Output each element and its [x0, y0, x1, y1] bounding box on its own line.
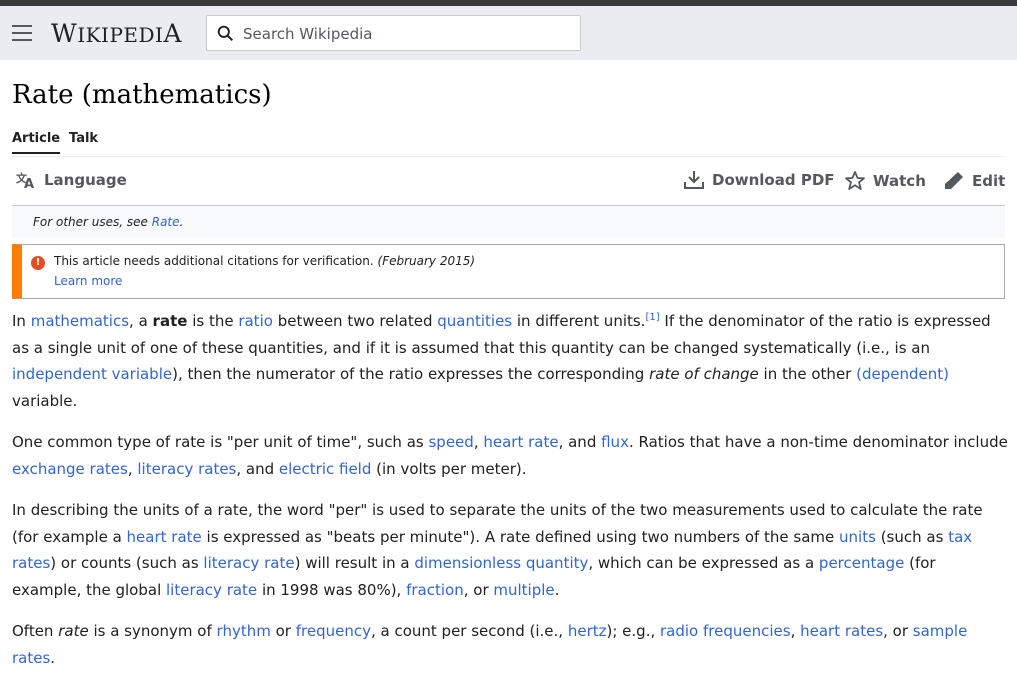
- body-text: ), then the numerator of the ratio expre…: [172, 365, 650, 383]
- body-text: is the: [187, 312, 239, 330]
- language-label: Language: [44, 171, 127, 189]
- article-link[interactable]: rhythm: [217, 622, 271, 640]
- body-text: between two related: [272, 312, 438, 330]
- menu-icon[interactable]: [12, 25, 32, 41]
- wikipedia-logo[interactable]: WIKIPEDIA: [51, 19, 182, 48]
- body-text: .: [50, 648, 56, 667]
- body-text: variable.: [12, 391, 78, 410]
- article-link[interactable]: literacy rate: [166, 581, 257, 599]
- article-link[interactable]: flux: [601, 433, 629, 451]
- search-icon: [217, 25, 234, 42]
- search-box[interactable]: [206, 15, 581, 52]
- watch-label: Watch: [873, 171, 926, 190]
- article-link[interactable]: ratio: [238, 312, 273, 330]
- italic-text: rate: [58, 622, 89, 640]
- body-text: (such as: [875, 527, 949, 546]
- body-text: ,: [790, 622, 801, 640]
- body-text: In: [12, 312, 31, 330]
- article-link[interactable]: fraction: [406, 581, 464, 599]
- article-link[interactable]: frequency: [296, 622, 371, 640]
- article-body: In mathematics, a rate is the ratio betw…: [12, 308, 1008, 686]
- article-link[interactable]: units: [839, 528, 876, 546]
- article-link[interactable]: hertz: [568, 622, 607, 640]
- article-paragraph: One common type of rate is "per unit of …: [12, 429, 1008, 482]
- download-icon: [684, 171, 704, 189]
- body-text: or: [270, 622, 296, 640]
- article-link[interactable]: literacy rates: [137, 460, 236, 478]
- language-button[interactable]: 文 A Language: [16, 171, 127, 189]
- article-link[interactable]: heart rates: [800, 622, 883, 640]
- body-text: One common type of rate is "per unit of …: [12, 433, 429, 451]
- hatnote: For other uses, see Rate.: [12, 206, 1005, 238]
- warning-message: This article needs additional citations …: [54, 254, 476, 268]
- article-link[interactable]: heart rate: [483, 433, 558, 451]
- body-text: in the other: [758, 365, 857, 383]
- body-text: ) or counts (such as: [50, 554, 204, 572]
- body-text: , or: [883, 622, 913, 640]
- watch-button[interactable]: Watch: [845, 171, 926, 190]
- body-text: , which can be expressed as a: [588, 554, 819, 572]
- body-text: in different units.: [512, 312, 646, 330]
- body-text: , or: [463, 580, 494, 599]
- namespace-tabs: Article Talk: [12, 128, 1005, 157]
- download-pdf-label: Download PDF: [712, 171, 835, 189]
- page-actions-bar: 文 A Language Download PDF Watch Edit: [12, 157, 1005, 206]
- article-link[interactable]: (dependent): [856, 365, 949, 383]
- body-text: is a synonym of: [88, 622, 217, 640]
- edit-label: Edit: [972, 171, 1006, 190]
- article-link[interactable]: percentage: [819, 554, 904, 572]
- tab-article[interactable]: Article: [12, 131, 61, 154]
- body-text: ,: [473, 433, 484, 451]
- body-text: . Ratios that have a non-time denominato…: [628, 433, 1008, 451]
- body-text: is expressed as "beats per minute"). A r…: [201, 527, 840, 546]
- edit-button[interactable]: Edit: [944, 171, 1005, 190]
- article-link[interactable]: radio frequencies: [660, 622, 791, 640]
- article-link[interactable]: exchange rates: [12, 460, 128, 478]
- article-link[interactable]: dimensionless quantity: [414, 554, 588, 572]
- body-text: in 1998 was 80%),: [257, 580, 407, 599]
- article-link[interactable]: heart rate: [127, 528, 202, 546]
- body-text: (in volts per meter).: [371, 459, 527, 478]
- article-link[interactable]: mathematics: [31, 312, 129, 330]
- tab-talk[interactable]: Talk: [69, 131, 98, 152]
- site-header: WIKIPEDIA: [0, 6, 1017, 60]
- body-text: , a count per second (i.e.,: [370, 622, 568, 640]
- warning-icon: !: [31, 256, 45, 270]
- page-title: Rate (mathematics): [12, 80, 272, 110]
- body-text: .: [554, 580, 560, 599]
- article-link[interactable]: quantities: [437, 312, 512, 330]
- language-icon: 文 A: [16, 171, 34, 189]
- citation-warning-box: ! This article needs additional citation…: [12, 244, 1005, 299]
- learn-more-link[interactable]: Learn more: [54, 274, 122, 288]
- body-text: , and: [558, 433, 602, 451]
- article-link[interactable]: literacy rate: [203, 554, 294, 572]
- body-text: ) will result in a: [294, 554, 415, 572]
- article-paragraph: In describing the units of a rate, the w…: [12, 497, 1008, 603]
- body-text: Often: [12, 622, 59, 640]
- body-text: ); e.g.,: [606, 622, 660, 640]
- star-icon: [845, 171, 865, 190]
- body-text: , and: [236, 459, 279, 478]
- article-link[interactable]: independent variable: [12, 365, 172, 383]
- download-pdf-button[interactable]: Download PDF: [684, 171, 835, 189]
- article-link[interactable]: speed: [428, 433, 473, 451]
- citation-link[interactable]: [1]: [645, 312, 659, 323]
- article-link[interactable]: electric field: [279, 460, 371, 478]
- article-paragraph: Often rate is a synonym of rhythm or fre…: [12, 618, 1008, 671]
- body-text: ,: [127, 459, 138, 478]
- pencil-icon: [945, 172, 963, 189]
- article-link[interactable]: multiple: [493, 581, 554, 599]
- search-input[interactable]: [241, 16, 575, 52]
- italic-text: rate of change: [649, 365, 759, 383]
- article-paragraph: In mathematics, a rate is the ratio betw…: [12, 308, 1008, 414]
- hatnote-link-rate[interactable]: Rate: [152, 215, 180, 229]
- bold-term: rate: [152, 312, 188, 330]
- svg-text:A: A: [24, 177, 34, 189]
- body-text: , a: [129, 312, 153, 330]
